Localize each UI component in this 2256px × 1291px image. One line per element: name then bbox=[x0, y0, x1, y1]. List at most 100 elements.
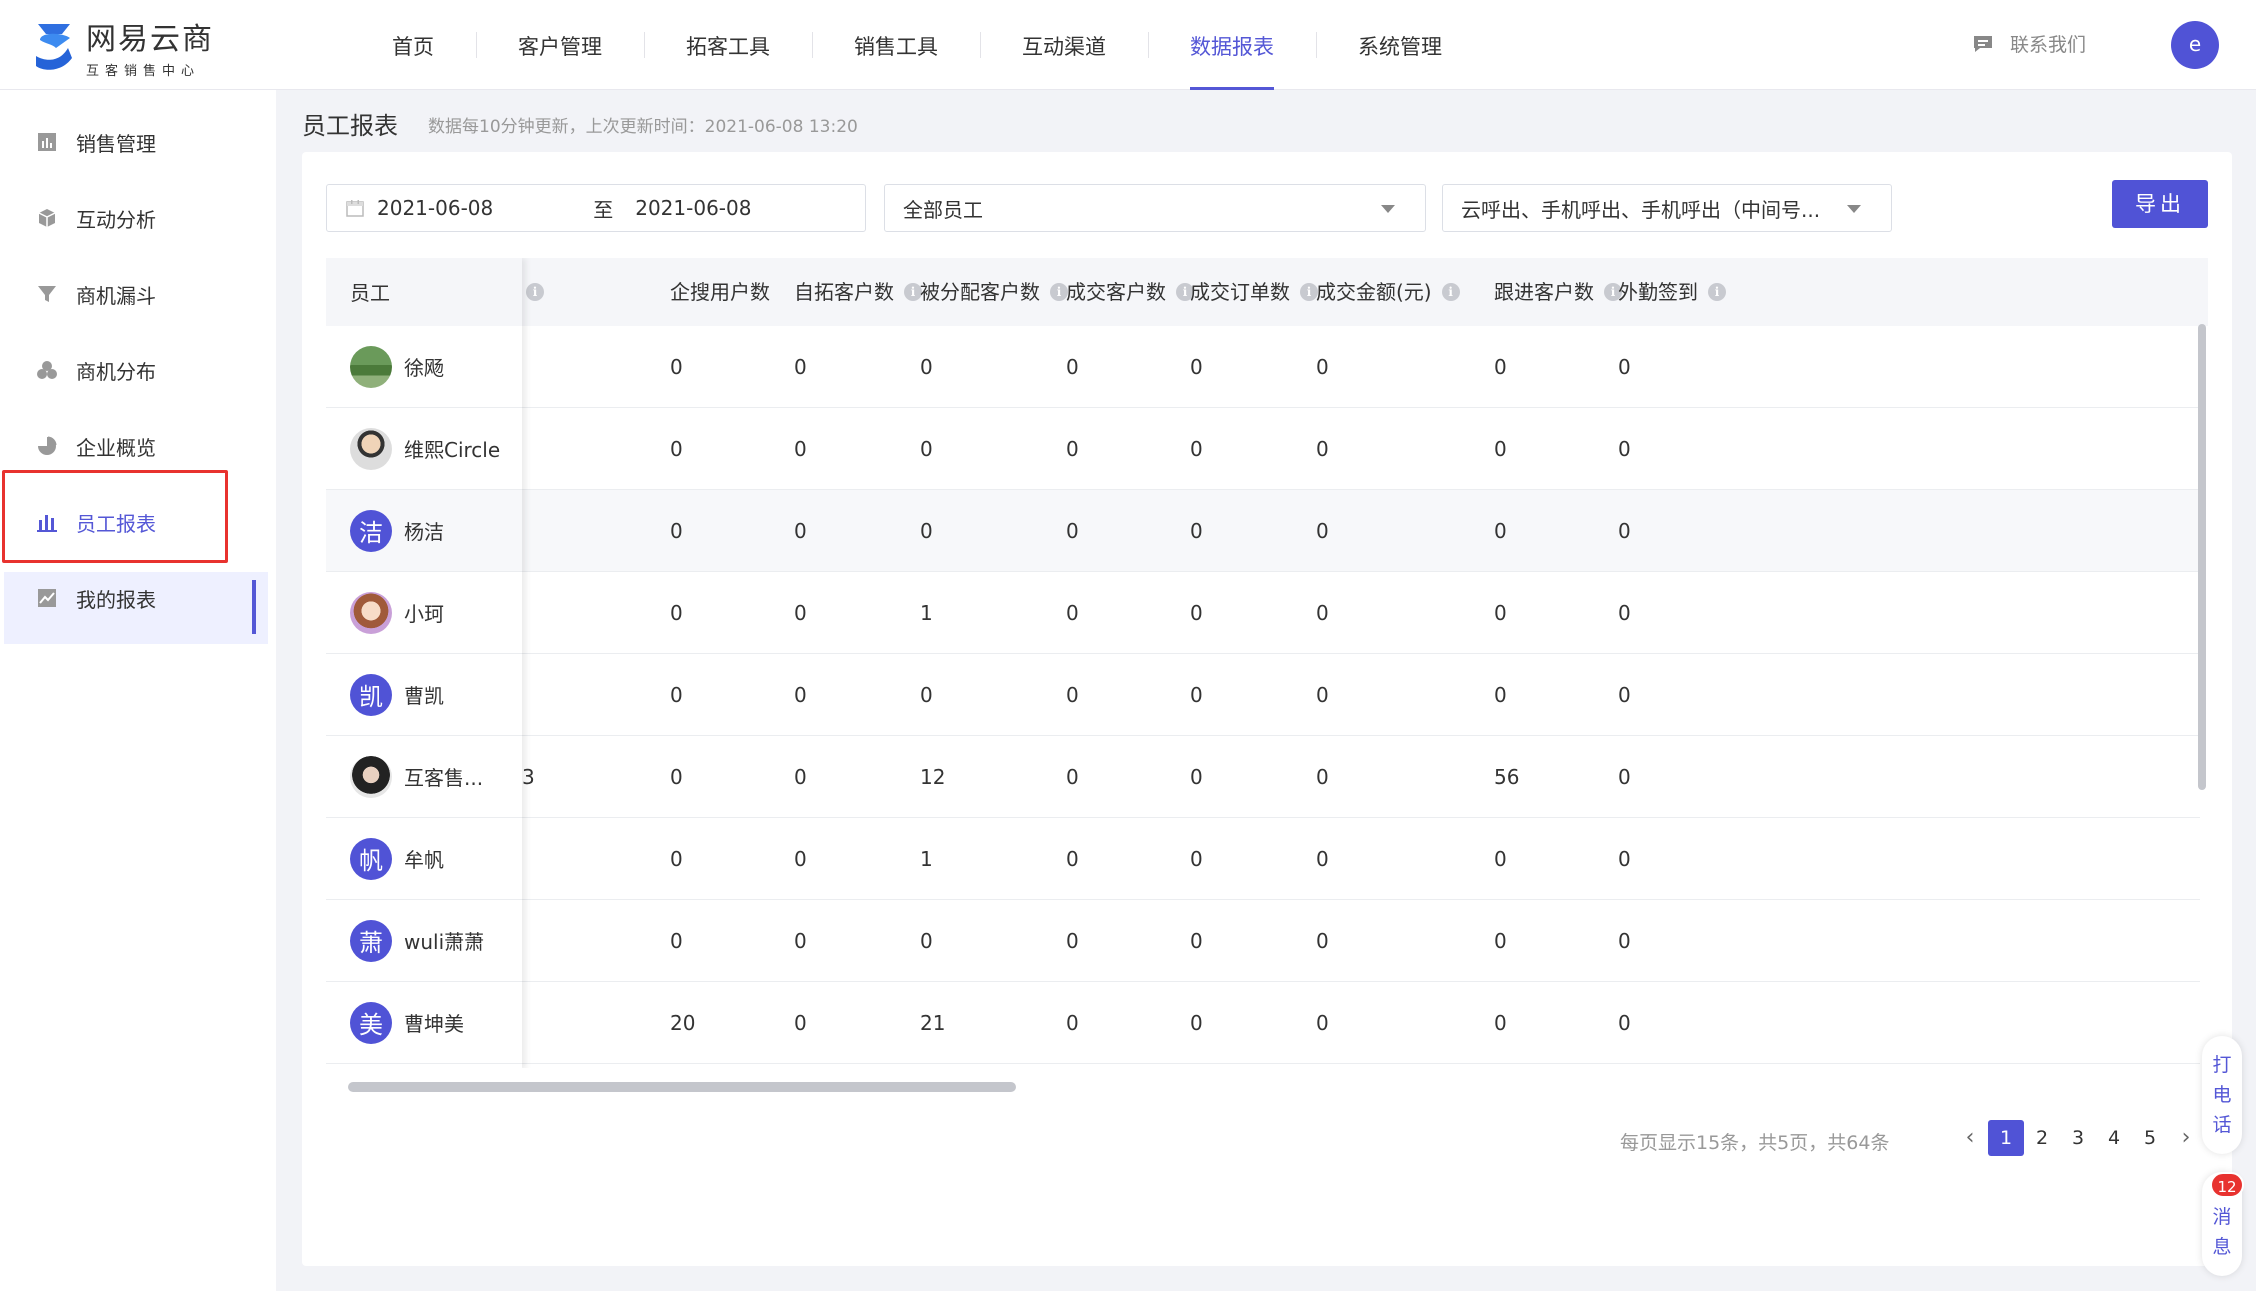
nav-sales-tools[interactable]: 销售工具 bbox=[812, 0, 980, 90]
page-2[interactable]: 2 bbox=[2024, 1120, 2060, 1156]
table-cell: 0 bbox=[1190, 1011, 1203, 1035]
page-4[interactable]: 4 bbox=[2096, 1120, 2132, 1156]
employee-name: 牟帆 bbox=[404, 848, 444, 872]
column-header: 外勤签到 i bbox=[1618, 258, 1726, 326]
info-icon[interactable]: i bbox=[1441, 283, 1460, 301]
brand-subtitle: 互客销售中心 bbox=[86, 63, 201, 79]
table-horizontal-scrollbar[interactable] bbox=[348, 1082, 1016, 1092]
table-cell: 0 bbox=[920, 929, 933, 953]
nav-customer-management[interactable]: 客户管理 bbox=[476, 0, 644, 90]
table-cell: 0 bbox=[1066, 683, 1079, 707]
table-cell: 0 bbox=[794, 765, 807, 789]
employee-name: 杨洁 bbox=[404, 520, 444, 544]
call-type-select[interactable]: 云呼出、手机呼出、手机呼出（中间号... bbox=[1442, 184, 1892, 232]
date-separator: 至 bbox=[593, 197, 614, 222]
contact-us-link[interactable]: 联系我们 bbox=[1972, 30, 2086, 57]
employee-cell[interactable]: 小珂 bbox=[326, 572, 522, 654]
employee-cell[interactable]: 洁杨洁 bbox=[326, 490, 522, 572]
export-button[interactable]: 导出 bbox=[2112, 180, 2208, 228]
table-cell: 0 bbox=[670, 355, 683, 379]
employee-select[interactable]: 全部员工 bbox=[884, 184, 1426, 232]
table-row[interactable]: 0 0 1 0 0 0 0 0 bbox=[326, 818, 2200, 900]
table-row[interactable]: 0 0 1 0 0 0 0 0 bbox=[326, 572, 2200, 654]
table-cell: 0 bbox=[794, 1011, 807, 1035]
employee-cell[interactable]: 美曹坤美 bbox=[326, 982, 522, 1064]
table-cell: 1 bbox=[920, 847, 933, 871]
table-cell: 0 bbox=[1618, 1011, 1631, 1035]
employee-name: 互客售... bbox=[404, 766, 484, 790]
next-page-chevron-icon[interactable]: › bbox=[2168, 1120, 2204, 1156]
table-cell: 0 bbox=[1494, 519, 1507, 543]
table-cell: 0 bbox=[1494, 437, 1507, 461]
sidebar-item-opportunity-funnel[interactable]: 商机漏斗 bbox=[0, 256, 276, 332]
page-3[interactable]: 3 bbox=[2060, 1120, 2096, 1156]
table-cell: 56 bbox=[1494, 765, 1520, 789]
table-cell: 0 bbox=[670, 519, 683, 543]
employee-cell[interactable]: 徐飏 bbox=[326, 326, 522, 408]
table-row[interactable]: 0 0 0 0 0 0 0 0 bbox=[326, 900, 2200, 982]
page-1[interactable]: 1 bbox=[1988, 1120, 2024, 1156]
sidebar-item-label: 我的报表 bbox=[76, 587, 156, 612]
employee-cell[interactable]: 互客售... bbox=[326, 736, 522, 818]
table-row[interactable]: 20 0 21 0 0 0 0 0 bbox=[326, 982, 2200, 1064]
column-header: 成交客户数 i bbox=[1066, 258, 1194, 326]
table-cell: 0 bbox=[1316, 1011, 1329, 1035]
table-row[interactable]: 0 0 0 0 0 0 0 0 bbox=[326, 408, 2200, 490]
prev-page-chevron-icon[interactable]: ‹ bbox=[1952, 1120, 1988, 1156]
table-row[interactable]: 3 0 0 12 0 0 0 56 0 bbox=[326, 736, 2200, 818]
table-cell: 0 bbox=[794, 355, 807, 379]
avatar: 凯 bbox=[350, 673, 392, 716]
employee-cell[interactable]: 萧 wuli萧萧 bbox=[326, 900, 522, 982]
nav-system-management[interactable]: 系统管理 bbox=[1316, 0, 1484, 90]
date-range-picker[interactable]: 2021-06-08 至 2021-06-08 bbox=[326, 184, 866, 232]
date-start: 2021-06-08 bbox=[377, 196, 494, 220]
column-header-label: 成交客户数 bbox=[1066, 280, 1166, 304]
nav-prospecting-tools[interactable]: 拓客工具 bbox=[644, 0, 812, 90]
table-vertical-scrollbar[interactable] bbox=[2198, 324, 2206, 790]
column-header: 成交订单数 i bbox=[1190, 258, 1318, 326]
table-cell: 0 bbox=[1494, 355, 1507, 379]
table-row[interactable]: 0 0 0 0 0 0 0 0 bbox=[326, 490, 2200, 572]
nav-interaction-channels[interactable]: 互动渠道 bbox=[980, 0, 1148, 90]
table-cell: 0 bbox=[794, 929, 807, 953]
employee-column-header: 员工 bbox=[326, 258, 522, 326]
info-icon[interactable]: i bbox=[526, 283, 544, 301]
call-label-char: 话 bbox=[2212, 1114, 2232, 1136]
table-cell: 0 bbox=[1494, 683, 1507, 707]
nav-data-reports[interactable]: 数据报表 bbox=[1148, 0, 1316, 90]
table-cell: 0 bbox=[920, 437, 933, 461]
portrait-avatar bbox=[350, 755, 392, 798]
sidebar-item-opportunity-distribution[interactable]: 商机分布 bbox=[0, 332, 276, 408]
sidebar-item-interaction-analysis[interactable]: 互动分析 bbox=[0, 180, 276, 256]
employee-name: wuli萧萧 bbox=[404, 930, 485, 954]
table-cell: 0 bbox=[794, 601, 807, 625]
call-float-button[interactable]: 打 电 话 bbox=[2202, 1036, 2242, 1154]
fixed-employee-column: 员工 徐飏 维熙Circle 洁杨洁 小珂凯曹凯互客售... 帆牟帆萧 wuli萧萧美曹坤… bbox=[326, 258, 522, 1068]
message-label-char: 消 bbox=[2212, 1206, 2232, 1228]
table-row[interactable]: 0 0 0 0 0 0 0 0 bbox=[326, 654, 2200, 736]
table-cell: 0 bbox=[1618, 601, 1631, 625]
pie-chart-icon bbox=[36, 435, 58, 457]
table-cell: 0 bbox=[1494, 1011, 1507, 1035]
sidebar-item-sales-management[interactable]: 销售管理 bbox=[0, 104, 276, 180]
brand-logo[interactable]: 网易云商 互客销售中心 bbox=[32, 16, 214, 79]
table-cell: 0 bbox=[670, 683, 683, 707]
table-cell: 0 bbox=[1066, 601, 1079, 625]
employee-name: 曹坤美 bbox=[404, 1012, 464, 1036]
table-cell: 0 bbox=[670, 929, 683, 953]
employee-cell[interactable]: 帆牟帆 bbox=[326, 818, 522, 900]
page-5[interactable]: 5 bbox=[2132, 1120, 2168, 1156]
user-avatar[interactable]: e bbox=[2171, 21, 2219, 69]
employee-cell[interactable]: 凯曹凯 bbox=[326, 654, 522, 736]
caret-down-icon bbox=[1381, 205, 1395, 213]
cube-icon bbox=[36, 207, 58, 229]
page-title: 员工报表 bbox=[302, 112, 398, 140]
table-row[interactable]: 0 0 0 0 0 0 0 0 bbox=[326, 326, 2200, 408]
employee-cell[interactable]: 维熙Circle bbox=[326, 408, 522, 490]
sidebar-item-my-reports[interactable]: 我的报表 bbox=[0, 560, 276, 636]
info-icon[interactable]: i bbox=[1708, 283, 1726, 301]
nav-home[interactable]: 首页 bbox=[350, 0, 476, 90]
column-header-label: 被分配客户数 bbox=[920, 280, 1040, 304]
table-cell: 0 bbox=[1066, 1011, 1079, 1035]
call-label-char: 电 bbox=[2212, 1084, 2232, 1106]
